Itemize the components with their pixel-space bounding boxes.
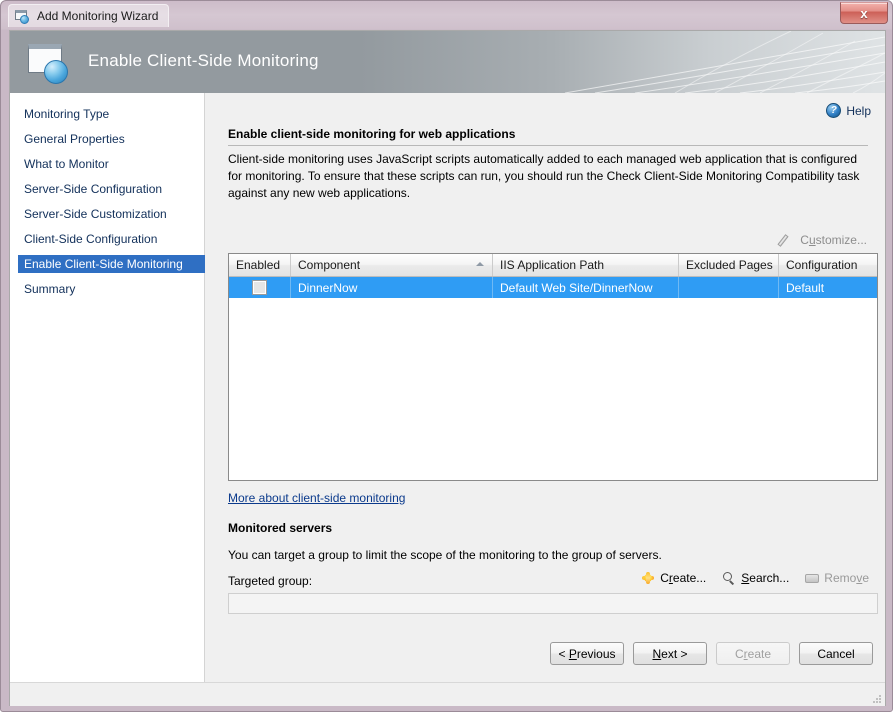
targeted-group-input[interactable] [228,593,878,614]
targeted-group-label: Targeted group: [228,574,312,588]
banner-wizard-icon [28,44,74,84]
page-title: Enable client-side monitoring for web ap… [228,127,868,146]
cell-excluded-pages [679,277,779,298]
content-pane: ? Help Enable client-side monitoring for… [206,93,885,682]
footer-bar: < Previous Next > Create Cancel [10,682,885,706]
wizard-banner: Enable Client-Side Monitoring [10,31,885,93]
enabled-checkbox[interactable] [253,281,266,294]
sidebar-item-server-side-configuration[interactable]: Server-Side Configuration [10,180,204,198]
cell-configuration: Default [779,277,877,298]
close-button[interactable]: x [840,2,888,24]
sidebar-item-summary[interactable]: Summary [10,280,204,298]
monitored-servers-title: Monitored servers [228,521,332,535]
window-title: Add Monitoring Wizard [37,9,158,23]
star-icon [641,571,655,585]
cell-enabled[interactable] [229,277,291,298]
column-header-excluded-pages[interactable]: Excluded Pages [679,254,779,276]
create-button: Create [716,642,790,665]
wizard-steps-sidebar: Monitoring Type General Properties What … [10,93,205,682]
group-actions: Create... Search... Remove [641,571,869,585]
help-icon: ? [826,103,841,118]
eraser-icon [805,574,819,583]
sidebar-item-what-to-monitor[interactable]: What to Monitor [10,155,204,173]
sidebar-item-general-properties[interactable]: General Properties [10,130,204,148]
wizard-buttons: < Previous Next > Create Cancel [550,642,873,665]
previous-button[interactable]: < Previous [550,642,624,665]
client-area: Enable Client-Side Monitoring Monitoring… [9,30,886,706]
column-header-configuration[interactable]: Configuration [779,254,877,276]
next-button-label: Next > [652,647,687,661]
help-label: Help [846,104,871,118]
previous-button-label: < Previous [558,647,615,661]
next-button[interactable]: Next > [633,642,707,665]
grid-header-row: Enabled Component IIS Application Path E… [229,254,877,277]
remove-group-button: Remove [805,571,869,585]
body-area: Monitoring Type General Properties What … [10,93,885,682]
create-group-button[interactable]: Create... [641,571,706,585]
banner-title: Enable Client-Side Monitoring [88,51,319,71]
create-group-label: Create... [660,571,706,585]
help-link[interactable]: ? Help [826,103,871,118]
customize-label: Customize... [800,233,867,247]
cancel-button[interactable]: Cancel [799,642,873,665]
banner-mesh-graphic [555,31,885,93]
cancel-button-label: Cancel [817,647,854,661]
page-description: Client-side monitoring uses JavaScript s… [228,151,868,202]
title-bar: Add Monitoring Wizard x [1,1,893,30]
search-group-button[interactable]: Search... [722,571,789,585]
cell-component: DinnerNow [291,277,493,298]
pencil-icon [780,233,794,247]
column-header-enabled[interactable]: Enabled [229,254,291,276]
close-icon: x [860,7,867,20]
column-header-component-label: Component [298,258,360,272]
resize-grip-icon[interactable] [870,692,882,704]
monitored-servers-description: You can target a group to limit the scop… [228,548,662,562]
sidebar-item-server-side-customization[interactable]: Server-Side Customization [10,205,204,223]
wizard-window: Add Monitoring Wizard x [0,0,893,712]
window-title-group: Add Monitoring Wizard [8,4,169,27]
more-about-label: More about client-side monitoring [228,491,405,505]
components-grid[interactable]: Enabled Component IIS Application Path E… [228,253,878,481]
table-row[interactable]: DinnerNow Default Web Site/DinnerNow Def… [229,277,877,298]
search-icon [722,571,736,585]
column-header-component[interactable]: Component [291,254,493,276]
sidebar-item-monitoring-type[interactable]: Monitoring Type [10,105,204,123]
remove-group-label: Remove [824,571,869,585]
more-about-link[interactable]: More about client-side monitoring [228,491,405,505]
customize-button[interactable]: Customize... [780,233,867,247]
search-group-label: Search... [741,571,789,585]
cell-iis-application-path: Default Web Site/DinnerNow [493,277,679,298]
sidebar-item-enable-client-side-monitoring[interactable]: Enable Client-Side Monitoring [18,255,205,273]
wizard-window-icon [15,9,31,24]
create-button-label: Create [735,647,771,661]
sidebar-item-client-side-configuration[interactable]: Client-Side Configuration [10,230,204,248]
column-header-iis-application-path[interactable]: IIS Application Path [493,254,679,276]
sort-ascending-icon [476,262,484,266]
